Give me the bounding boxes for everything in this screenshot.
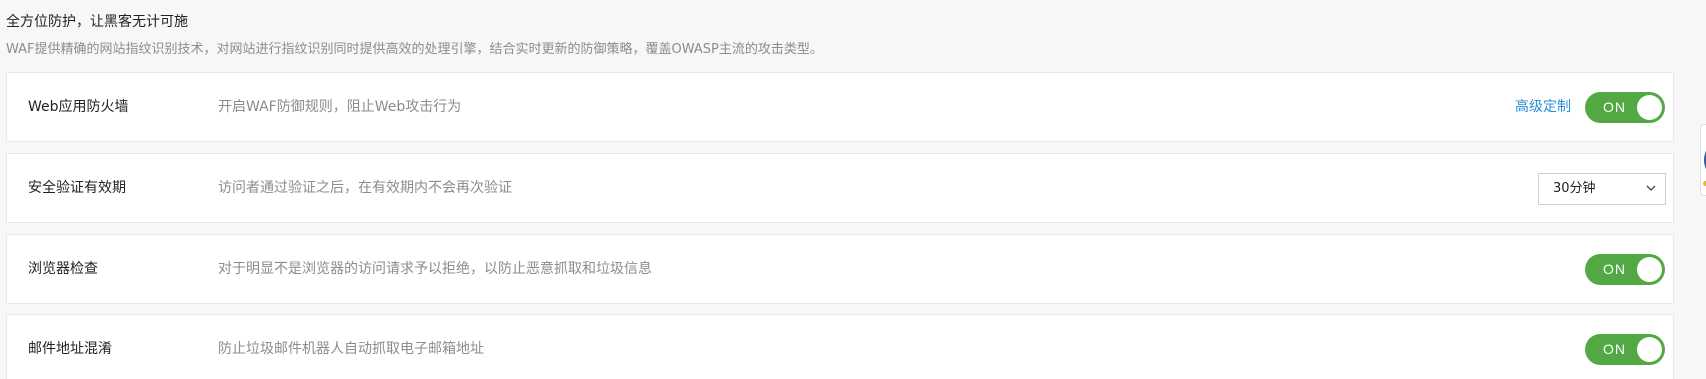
setting-description: 访问者通过验证之后，在有效期内不会再次验证 <box>218 180 512 196</box>
setting-row-waf: Web应用防火墙 开启WAF防御规则，阻止Web攻击行为 高级定制 ON <box>6 72 1674 142</box>
setting-title: 安全验证有效期 <box>28 180 126 196</box>
setting-title: 邮件地址混淆 <box>28 341 112 357</box>
chevron-down-icon <box>1646 185 1656 191</box>
setting-title: Web应用防火墙 <box>28 99 129 115</box>
toggle-label: ON <box>1603 261 1626 277</box>
section-title: 全方位防护，让黑客无计可施 <box>6 14 188 30</box>
settings-page: 全方位防护，让黑客无计可施 WAF提供精确的网站指纹识别技术，对网站进行指纹识别… <box>0 0 1706 379</box>
setting-row-browser-check: 浏览器检查 对于明显不是浏览器的访问请求予以拒绝，以防止恶意抓取和垃圾信息 ON <box>6 234 1674 304</box>
setting-description: 开启WAF防御规则，阻止Web攻击行为 <box>218 99 462 115</box>
setting-row-verify-validity: 安全验证有效期 访问者通过验证之后，在有效期内不会再次验证 30分钟 <box>6 153 1674 223</box>
browser-check-toggle[interactable]: ON <box>1585 254 1665 285</box>
toggle-label: ON <box>1603 341 1626 357</box>
toggle-label: ON <box>1603 99 1626 115</box>
section-description: WAF提供精确的网站指纹识别技术，对网站进行指纹识别同时提供高效的处理引擎，结合… <box>6 42 823 57</box>
select-value: 30分钟 <box>1553 181 1596 196</box>
advanced-custom-link[interactable]: 高级定制 <box>1515 97 1571 117</box>
validity-select[interactable]: 30分钟 <box>1538 173 1666 205</box>
toggle-knob <box>1637 337 1662 362</box>
setting-row-email-obfuscation: 邮件地址混淆 防止垃圾邮件机器人自动抓取电子邮箱地址 ON <box>6 314 1674 379</box>
waf-toggle[interactable]: ON <box>1585 92 1665 123</box>
email-obfuscation-toggle[interactable]: ON <box>1585 334 1665 365</box>
toggle-knob <box>1637 257 1662 282</box>
setting-description: 防止垃圾邮件机器人自动抓取电子邮箱地址 <box>218 341 484 357</box>
floating-service-widget[interactable] <box>1700 124 1706 196</box>
setting-description: 对于明显不是浏览器的访问请求予以拒绝，以防止恶意抓取和垃圾信息 <box>218 261 652 277</box>
toggle-knob <box>1637 95 1662 120</box>
setting-title: 浏览器检查 <box>28 261 98 277</box>
